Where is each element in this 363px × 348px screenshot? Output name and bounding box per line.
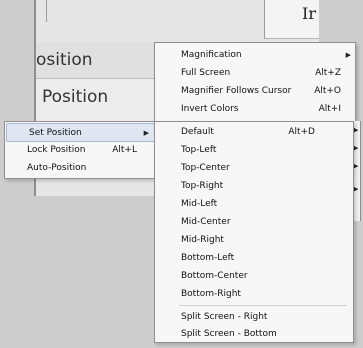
menu-item-full-screen[interactable]: Full Screen Alt+Z (181, 64, 341, 82)
menu-separator (179, 305, 347, 306)
submenu-arrow-icon: ▶ (345, 51, 351, 59)
background-row-1: osition (36, 42, 154, 79)
menu-item-top-left[interactable]: Top-Left (181, 141, 341, 159)
menu-item-shortcut: Alt+Z (315, 68, 341, 78)
menu-item-label: Split Screen - Right (181, 312, 268, 322)
menu-item-label: Magnification (181, 50, 242, 60)
menu-item-label: Invert Colors (181, 104, 239, 114)
menu-item-label: Mid-Center (181, 217, 231, 227)
menu-item-shortcut: Alt+L (112, 145, 137, 155)
background-label-1: osition (36, 50, 93, 70)
menu-item-bottom-right[interactable]: Bottom-Right (181, 285, 341, 303)
background-label-2: Position (42, 87, 109, 107)
menu-item-top-right[interactable]: Top-Right (181, 177, 341, 195)
background-right-text: Ir (302, 4, 316, 23)
menu-item-label: Mid-Right (181, 235, 224, 245)
background-row-2: Position (36, 79, 154, 125)
menu-item-shortcut: Alt+O (314, 86, 341, 96)
menu-item-set-position[interactable]: Set Position ▶ (6, 123, 156, 142)
position-options-menu: Set Position ▶ Lock Position Alt+L Auto-… (4, 121, 158, 179)
menu-item-label: Full Screen (181, 68, 231, 78)
submenu-arrow-icon: ▶ (143, 129, 149, 137)
menu-item-lock-position[interactable]: Lock Position Alt+L (27, 141, 137, 159)
menu-item-shortcut: Alt+I (318, 104, 341, 114)
menu-item-label: Magnifier Follows Cursor (181, 86, 292, 96)
menu-item-default[interactable]: Default Alt+D (181, 123, 341, 141)
view-menu: Magnification ▶ Full Screen Alt+Z Magnif… (154, 42, 356, 122)
menu-item-top-center[interactable]: Top-Center (181, 159, 341, 177)
menu-item-label: Default (181, 127, 214, 137)
menu-item-mid-center[interactable]: Mid-Center (181, 213, 341, 231)
menu-item-invert-colors[interactable]: Invert Colors Alt+I (181, 100, 341, 118)
menu-item-label: Bottom-Right (181, 289, 241, 299)
set-position-submenu: Default Alt+D Top-Left Top-Center Top-Ri… (154, 121, 354, 343)
menu-item-magnifier-follows-cursor[interactable]: Magnifier Follows Cursor Alt+O (181, 82, 341, 100)
menu-item-label: Bottom-Left (181, 253, 235, 263)
menu-item-label: Mid-Left (181, 199, 218, 209)
menu-item-label: Top-Left (181, 145, 217, 155)
menu-item-mid-right[interactable]: Mid-Right (181, 231, 341, 249)
menu-item-split-screen-bottom[interactable]: Split Screen - Bottom (181, 325, 341, 343)
menu-item-label: Auto-Position (27, 163, 87, 173)
menu-item-label: Top-Right (181, 181, 224, 191)
menu-item-label: Split Screen - Bottom (181, 329, 277, 339)
menu-item-label: Set Position (29, 128, 82, 138)
menu-item-bottom-left[interactable]: Bottom-Left (181, 249, 341, 267)
menu-item-label: Lock Position (27, 145, 86, 155)
menu-item-shortcut: Alt+D (288, 127, 315, 137)
menu-item-label: Top-Center (181, 163, 230, 173)
menu-item-split-screen-right[interactable]: Split Screen - Right (181, 308, 341, 326)
menu-item-auto-position[interactable]: Auto-Position (27, 159, 137, 177)
menu-item-bottom-center[interactable]: Bottom-Center (181, 267, 341, 285)
window-divider-tick (46, 0, 47, 22)
menu-item-mid-left[interactable]: Mid-Left (181, 195, 341, 213)
menu-item-label: Bottom-Center (181, 271, 248, 281)
menu-item-magnification[interactable]: Magnification ▶ (181, 46, 351, 64)
